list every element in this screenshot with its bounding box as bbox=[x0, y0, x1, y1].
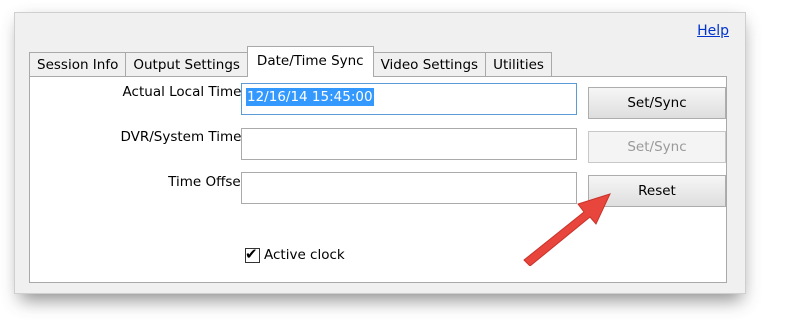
actual-local-time-value: 12/16/14 15:45:00 bbox=[246, 88, 374, 106]
check-mark-icon: ✔ bbox=[245, 244, 258, 263]
active-clock-row: ✔ Active clock bbox=[245, 244, 345, 263]
active-clock-label[interactable]: Active clock bbox=[264, 247, 345, 263]
date-time-sync-panel: Actual Local Time: 12/16/14 15:45:00 Set… bbox=[29, 76, 727, 283]
tab-date-time-sync[interactable]: Date/Time Sync bbox=[246, 46, 374, 77]
dialog-window: Help Session Info Output Settings Date/T… bbox=[14, 12, 746, 294]
actual-local-time-field[interactable]: 12/16/14 15:45:00 bbox=[241, 83, 577, 115]
help-link[interactable]: Help bbox=[697, 23, 729, 39]
tab-strip: Session Info Output Settings Date/Time S… bbox=[29, 46, 552, 77]
screenshot-stage: Help Session Info Output Settings Date/T… bbox=[0, 0, 801, 328]
dvr-system-time-field[interactable] bbox=[241, 128, 577, 160]
tab-session-info[interactable]: Session Info bbox=[29, 52, 127, 77]
actual-local-time-label: Actual Local Time: bbox=[122, 84, 246, 100]
actual-local-time-sync-button[interactable]: Set/Sync bbox=[588, 87, 726, 119]
tab-output-settings[interactable]: Output Settings bbox=[125, 52, 248, 77]
tab-utilities[interactable]: Utilities bbox=[485, 52, 552, 77]
time-offset-label: Time Offset bbox=[168, 174, 246, 190]
active-clock-checkbox[interactable]: ✔ bbox=[245, 244, 260, 263]
dvr-system-time-label: DVR/System Time: bbox=[120, 129, 246, 145]
dvr-system-time-sync-button: Set/Sync bbox=[588, 131, 726, 163]
annotation-arrow-icon bbox=[523, 193, 611, 266]
tab-video-settings[interactable]: Video Settings bbox=[372, 52, 487, 77]
